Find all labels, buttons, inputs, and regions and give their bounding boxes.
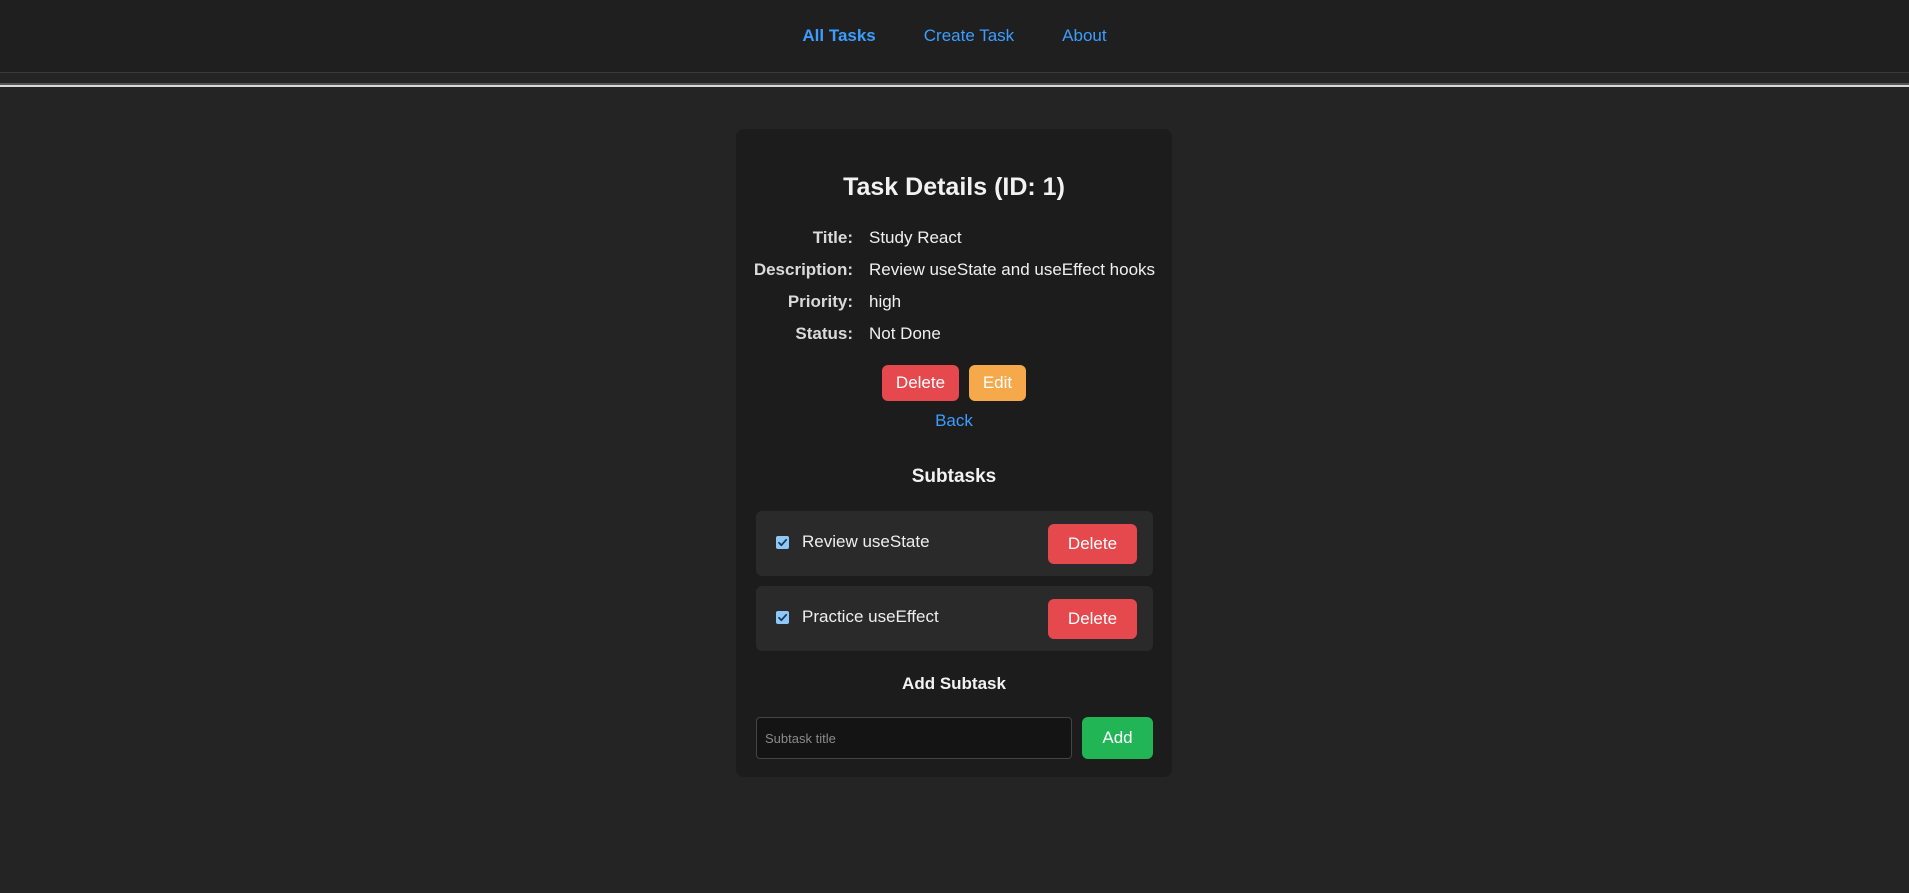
checkmark-icon: [778, 613, 788, 622]
add-subtask-heading: Add Subtask: [902, 674, 1006, 693]
nav-link-all-tasks[interactable]: All Tasks: [802, 26, 875, 46]
top-navbar: All Tasks Create Task About: [0, 0, 1909, 73]
nav-links: All Tasks Create Task About: [0, 26, 1909, 46]
task-details-card: Task Details (ID: 1) Title: Study React …: [736, 129, 1172, 777]
edit-task-button[interactable]: Edit: [969, 365, 1026, 401]
subtask-title: Practice useEffect: [802, 607, 939, 626]
detail-label-title: Title:: [812, 228, 853, 247]
detail-label-description: Description:: [753, 260, 853, 279]
delete-subtask-button[interactable]: Delete: [1048, 599, 1137, 639]
detail-value-description: Review useState and useEffect hooks: [869, 260, 1156, 279]
nav-divider: [0, 85, 1909, 87]
subtask-item: Review useState Delete: [756, 511, 1153, 576]
nav-link-create-task[interactable]: Create Task: [924, 26, 1014, 46]
detail-row-title: Title: Study React: [736, 228, 1172, 252]
subtask-checkbox[interactable]: [776, 611, 789, 624]
checkmark-icon: [778, 538, 788, 547]
detail-value-title: Study React: [869, 228, 962, 247]
subtask-item: Practice useEffect Delete: [756, 586, 1153, 651]
page-title: Task Details (ID: 1): [843, 173, 1065, 201]
detail-row-priority: Priority: high: [736, 292, 1172, 316]
back-link: Back: [736, 411, 1172, 431]
detail-row-description: Description: Review useState and useEffe…: [736, 260, 1172, 284]
add-subtask-button[interactable]: Add: [1082, 717, 1153, 759]
delete-task-button[interactable]: Delete: [882, 365, 959, 401]
subtask-checkbox[interactable]: [776, 536, 789, 549]
subtask-title: Review useState: [802, 532, 930, 551]
detail-row-status: Status: Not Done: [736, 324, 1172, 348]
delete-subtask-button[interactable]: Delete: [1048, 524, 1137, 564]
detail-label-priority: Priority:: [787, 292, 853, 311]
subtask-title-input[interactable]: [756, 717, 1072, 759]
detail-label-status: Status:: [795, 324, 853, 343]
detail-value-status: Not Done: [869, 324, 941, 343]
nav-link-about[interactable]: About: [1062, 26, 1106, 46]
back-link-label[interactable]: Back: [935, 411, 973, 430]
detail-value-priority: high: [869, 292, 902, 311]
subtasks-heading: Subtasks: [911, 466, 997, 487]
